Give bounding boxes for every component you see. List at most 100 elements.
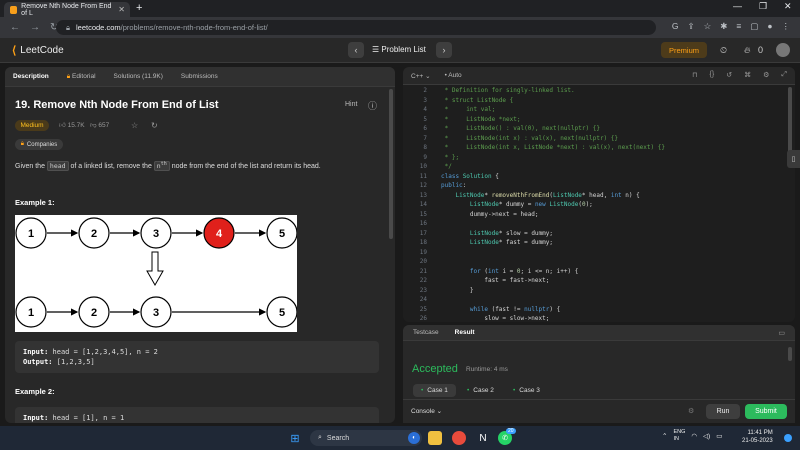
- case-3-tab[interactable]: • Case 3: [505, 384, 548, 397]
- code-line[interactable]: 12 public:: [403, 181, 795, 191]
- code-line[interactable]: 19: [403, 248, 795, 258]
- case-2-tab[interactable]: • Case 2: [459, 384, 502, 397]
- braces-icon[interactable]: {}: [710, 71, 715, 79]
- code-line[interactable]: 4 * int val;: [403, 105, 795, 115]
- code-line[interactable]: 16: [403, 219, 795, 229]
- new-tab-icon[interactable]: +: [136, 2, 142, 14]
- profile-icon[interactable]: ●: [767, 21, 772, 32]
- editor-scrollbar[interactable]: [788, 87, 792, 157]
- reset-icon[interactable]: ↺: [726, 71, 732, 79]
- code-text: public:: [441, 182, 467, 189]
- run-button[interactable]: Run: [706, 404, 740, 419]
- code-line[interactable]: 6 * ListNode() : val(0), next(nullptr) {…: [403, 124, 795, 134]
- code-line[interactable]: 20: [403, 257, 795, 267]
- console-button[interactable]: Console ⌄: [411, 407, 442, 415]
- premium-button[interactable]: Premium: [661, 42, 707, 58]
- tab-submissions[interactable]: Submissions: [181, 73, 218, 80]
- code-line[interactable]: 22 fast = fast->next;: [403, 276, 795, 286]
- tab-testcase[interactable]: Testcase: [413, 329, 439, 336]
- taskbar-search[interactable]: ⌕ Search: [310, 430, 422, 446]
- close-window-icon[interactable]: ✕: [784, 1, 792, 12]
- next-problem-icon[interactable]: ›: [436, 42, 452, 58]
- code-line[interactable]: 18 ListNode* fast = dummy;: [403, 238, 795, 248]
- gear-icon[interactable]: ⚙: [688, 407, 694, 415]
- tab-solutions[interactable]: Solutions (11.9K): [114, 73, 163, 80]
- widgets-icon[interactable]: ◐: [408, 432, 420, 444]
- code-line[interactable]: 7 * ListNode(int x) : val(x), next(nullp…: [403, 134, 795, 144]
- expand-icon[interactable]: ▭: [778, 329, 785, 337]
- windows-start-icon[interactable]: ⊞: [288, 431, 302, 445]
- code-line[interactable]: 9 * };: [403, 153, 795, 163]
- language-select[interactable]: C++ ⌄: [411, 72, 431, 80]
- prev-problem-icon[interactable]: ‹: [348, 42, 364, 58]
- code-line[interactable]: 10 */: [403, 162, 795, 172]
- share-icon[interactable]: ⇪: [687, 21, 694, 32]
- back-icon[interactable]: ←: [10, 22, 20, 33]
- volume-icon[interactable]: ◁): [703, 432, 710, 440]
- result-scrollbar[interactable]: [788, 347, 792, 361]
- close-tab-icon[interactable]: ✕: [118, 5, 125, 14]
- code-line[interactable]: 15 dummy->next = head;: [403, 210, 795, 220]
- language-indicator[interactable]: ENG IN: [673, 429, 685, 443]
- leetcode-logo-icon: ⟨: [12, 45, 17, 57]
- sidepanel-icon[interactable]: ▢: [750, 21, 758, 32]
- forward-icon[interactable]: →: [30, 22, 40, 33]
- companies-tag[interactable]: 🔒︎ Companies: [15, 139, 63, 150]
- favorite-star-icon[interactable]: ☆: [131, 121, 138, 130]
- mode-select[interactable]: • Auto: [445, 72, 462, 79]
- tab-description[interactable]: Description: [13, 73, 49, 80]
- extensions-icon[interactable]: ✱: [720, 21, 727, 32]
- shortcut-icon[interactable]: ⌘: [744, 71, 751, 79]
- clock[interactable]: 11:41 PM 21-05-2023: [742, 429, 773, 445]
- tab-editorial[interactable]: 🔒︎ Editorial: [67, 73, 96, 81]
- timer-icon[interactable]: ⏲: [720, 45, 727, 56]
- code-line[interactable]: 3 * struct ListNode {: [403, 96, 795, 106]
- streak-fire-icon[interactable]: 🔥︎: [744, 45, 751, 56]
- battery-icon[interactable]: ▭: [716, 432, 722, 440]
- browser-tab[interactable]: Remove Nth Node From End of L ✕: [4, 2, 130, 17]
- chevron-up-icon[interactable]: ⌃: [662, 432, 667, 440]
- code-line[interactable]: 21 for (int i = 0; i <= n; i++) {: [403, 267, 795, 277]
- code-line[interactable]: 2 * Definition for singly-linked list.: [403, 86, 795, 96]
- code-line[interactable]: 11 class Solution {: [403, 172, 795, 182]
- share-link-icon[interactable]: ↻: [151, 121, 158, 130]
- dislike-button[interactable]: 👎︎ 657: [90, 121, 109, 129]
- case-1-tab[interactable]: • Case 1: [413, 384, 456, 397]
- code-line[interactable]: 17 ListNode* slow = dummy;: [403, 229, 795, 239]
- info-icon[interactable]: ⓘ: [368, 99, 377, 112]
- code-area[interactable]: 2 * Definition for singly-linked list. 3 …: [403, 86, 795, 322]
- leetcode-logo[interactable]: ⟨ LeetCode: [12, 44, 64, 57]
- side-panel-icon[interactable]: ▯: [787, 150, 800, 168]
- code-line[interactable]: 5 * ListNode *next;: [403, 115, 795, 125]
- code-line[interactable]: 14 ListNode* dummy = new ListNode(0);: [403, 200, 795, 210]
- maximize-icon[interactable]: ❐: [759, 1, 767, 12]
- avatar[interactable]: [776, 43, 790, 57]
- fullscreen-icon[interactable]: ⤢: [781, 71, 787, 79]
- notion-icon[interactable]: N: [476, 431, 490, 445]
- settings-icon[interactable]: ⚙: [763, 71, 769, 79]
- code-line[interactable]: 24: [403, 295, 795, 305]
- submit-button[interactable]: Submit: [745, 404, 787, 419]
- code-line[interactable]: 25 while (fast != nullptr) {: [403, 305, 795, 315]
- bookmark-icon[interactable]: ⊓: [692, 71, 697, 79]
- hint-button[interactable]: Hint: [345, 101, 357, 108]
- notification-icon[interactable]: [784, 434, 792, 442]
- like-button[interactable]: 👍︎ 15.7K: [59, 121, 85, 129]
- wifi-icon[interactable]: ◠: [691, 432, 697, 440]
- code-text: * ListNode(int x) : val(x), next(nullptr…: [441, 134, 619, 142]
- bookmark-star-icon[interactable]: ☆: [704, 21, 712, 32]
- code-line[interactable]: 13 ListNode* removeNthFromEnd(ListNode* …: [403, 191, 795, 201]
- problem-list-button[interactable]: ☰ Problem List: [372, 45, 426, 54]
- url-input[interactable]: 🔒︎ leetcode.com/problems/remove-nth-node…: [56, 20, 656, 35]
- menu-icon[interactable]: ⋮: [782, 21, 791, 32]
- code-line[interactable]: 23 }: [403, 286, 795, 296]
- tab-result[interactable]: Result: [455, 329, 475, 336]
- scrollbar[interactable]: [389, 89, 393, 239]
- minimize-icon[interactable]: —: [733, 1, 742, 11]
- code-line[interactable]: 8 * ListNode(int x, ListNode *next) : va…: [403, 143, 795, 153]
- file-explorer-icon[interactable]: [428, 431, 442, 445]
- chrome-icon[interactable]: [452, 431, 466, 445]
- google-icon[interactable]: G: [672, 21, 679, 32]
- code-line[interactable]: 26 slow = slow->next;: [403, 314, 795, 322]
- media-icon[interactable]: ≡: [736, 21, 741, 32]
